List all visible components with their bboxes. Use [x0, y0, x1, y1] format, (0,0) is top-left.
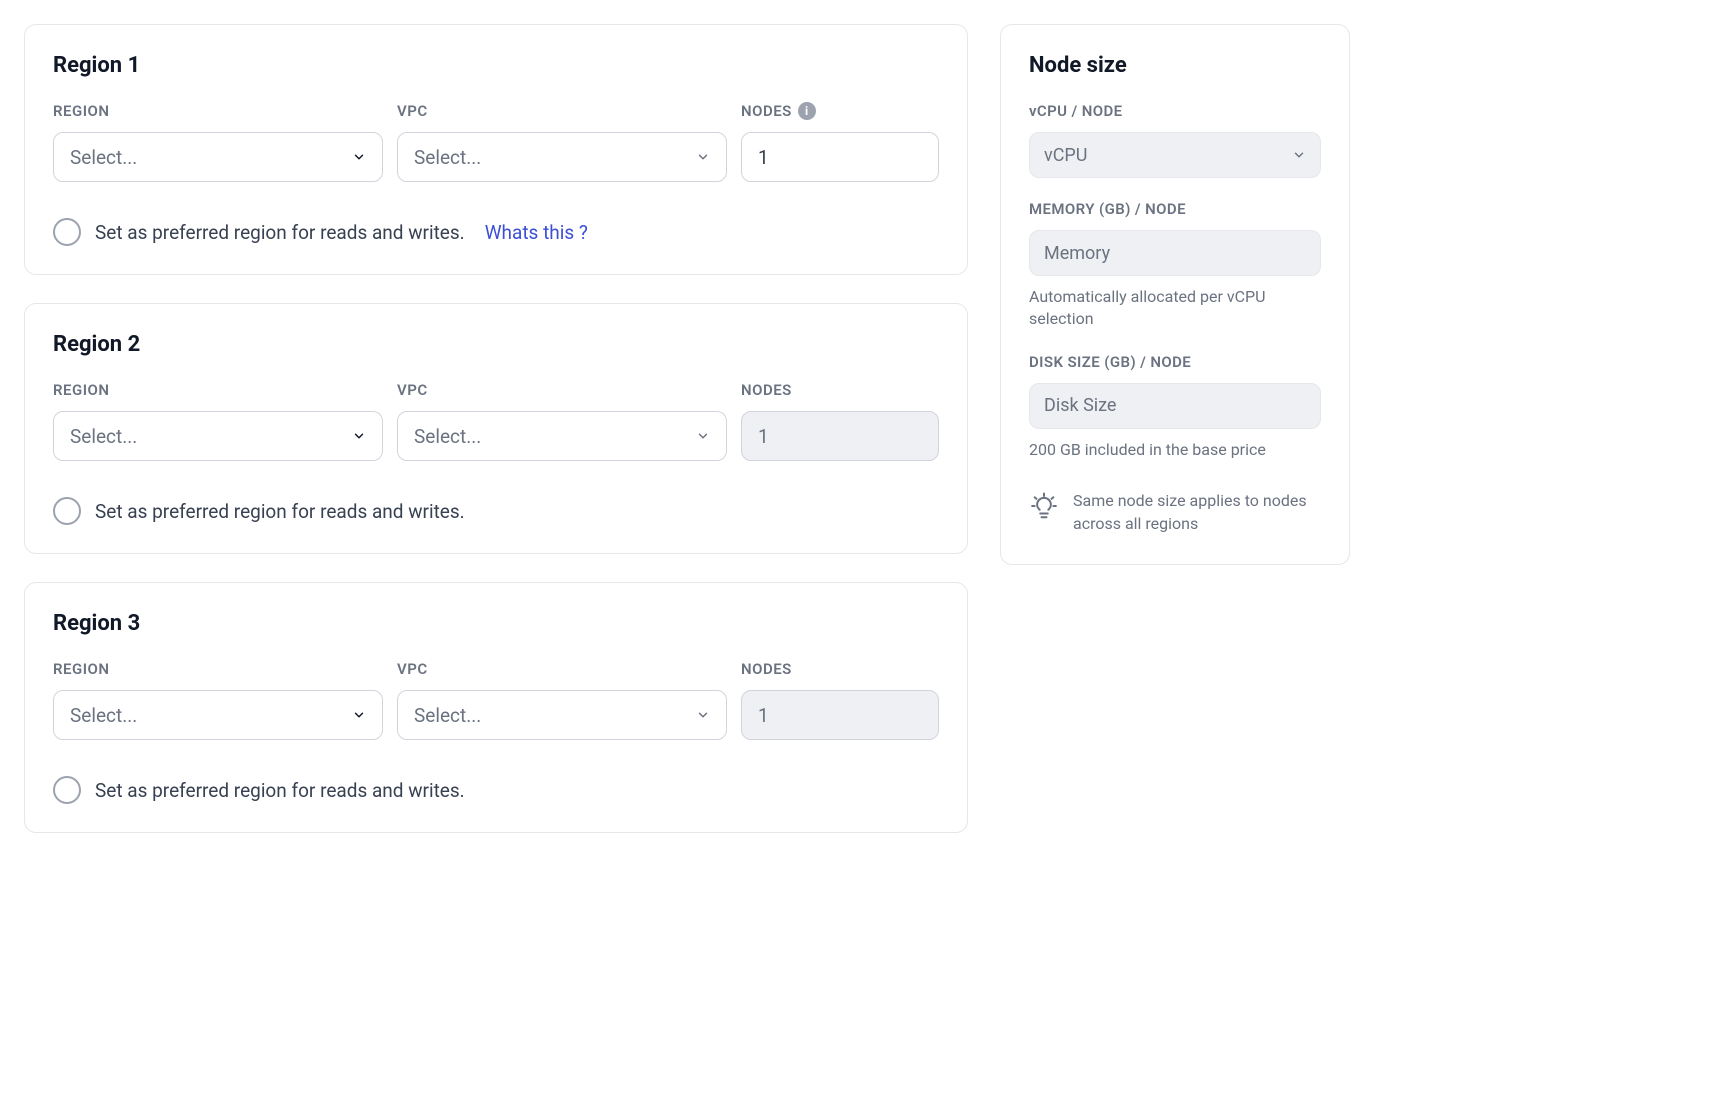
- node-size-tip: Same node size applies to nodes across a…: [1073, 489, 1321, 535]
- chevron-down-icon: [696, 150, 710, 164]
- chevron-down-icon: [696, 708, 710, 722]
- disk-label: DISK SIZE (GB) / NODE: [1029, 353, 1321, 371]
- region-card-3: Region 3 REGION Select... VPC Select...: [24, 582, 968, 833]
- vpc-label: VPC: [397, 660, 727, 678]
- region-select-placeholder: Select...: [70, 704, 137, 727]
- nodes-input[interactable]: 1: [741, 132, 939, 182]
- region-label: REGION: [53, 102, 383, 120]
- memory-label: MEMORY (GB) / NODE: [1029, 200, 1321, 218]
- region-card-1: Region 1 REGION Select... VPC Select...: [24, 24, 968, 275]
- region-select[interactable]: Select...: [53, 132, 383, 182]
- node-size-card: Node size vCPU / NODE vCPU MEMORY (GB) /…: [1000, 24, 1350, 565]
- vpc-select[interactable]: Select...: [397, 411, 727, 461]
- disk-placeholder: Disk Size: [1044, 395, 1116, 416]
- region-select[interactable]: Select...: [53, 411, 383, 461]
- lightbulb-icon: [1029, 491, 1059, 521]
- region-label: REGION: [53, 381, 383, 399]
- nodes-label: NODES: [741, 381, 939, 399]
- region-select-placeholder: Select...: [70, 425, 137, 448]
- region-card-2: Region 2 REGION Select... VPC Select...: [24, 303, 968, 554]
- nodes-input: 1: [741, 411, 939, 461]
- chevron-down-icon: [696, 429, 710, 443]
- region-select-placeholder: Select...: [70, 146, 137, 169]
- vpc-select[interactable]: Select...: [397, 690, 727, 740]
- node-size-title: Node size: [1029, 53, 1321, 78]
- chevron-down-icon: [352, 429, 366, 443]
- nodes-input: 1: [741, 690, 939, 740]
- chevron-down-icon: [352, 150, 366, 164]
- disk-help-text: 200 GB included in the base price: [1029, 439, 1321, 461]
- vpc-select-placeholder: Select...: [414, 146, 481, 169]
- preferred-region-label: Set as preferred region for reads and wr…: [95, 779, 465, 802]
- memory-placeholder: Memory: [1044, 243, 1110, 264]
- region-label: REGION: [53, 660, 383, 678]
- chevron-down-icon: [1292, 148, 1306, 162]
- nodes-label: NODES i: [741, 102, 939, 120]
- preferred-region-radio[interactable]: [53, 776, 81, 804]
- preferred-region-label: Set as preferred region for reads and wr…: [95, 221, 465, 244]
- region-title: Region 3: [53, 611, 939, 636]
- vpc-label: VPC: [397, 381, 727, 399]
- vcpu-label: vCPU / NODE: [1029, 102, 1321, 120]
- chevron-down-icon: [352, 708, 366, 722]
- nodes-label: NODES: [741, 660, 939, 678]
- region-title: Region 2: [53, 332, 939, 357]
- vcpu-placeholder: vCPU: [1044, 145, 1087, 166]
- preferred-region-radio[interactable]: [53, 497, 81, 525]
- vpc-select-placeholder: Select...: [414, 704, 481, 727]
- region-title: Region 1: [53, 53, 939, 78]
- region-select[interactable]: Select...: [53, 690, 383, 740]
- disk-input: Disk Size: [1029, 383, 1321, 429]
- vpc-label: VPC: [397, 102, 727, 120]
- regions-column: Region 1 REGION Select... VPC Select...: [24, 24, 968, 833]
- preferred-region-label: Set as preferred region for reads and wr…: [95, 500, 465, 523]
- preferred-region-radio[interactable]: [53, 218, 81, 246]
- vpc-select[interactable]: Select...: [397, 132, 727, 182]
- memory-help-text: Automatically allocated per vCPU selecti…: [1029, 286, 1321, 331]
- whats-this-link[interactable]: Whats this ?: [485, 221, 588, 244]
- vpc-select-placeholder: Select...: [414, 425, 481, 448]
- vcpu-select[interactable]: vCPU: [1029, 132, 1321, 178]
- info-icon[interactable]: i: [798, 102, 816, 120]
- memory-input: Memory: [1029, 230, 1321, 276]
